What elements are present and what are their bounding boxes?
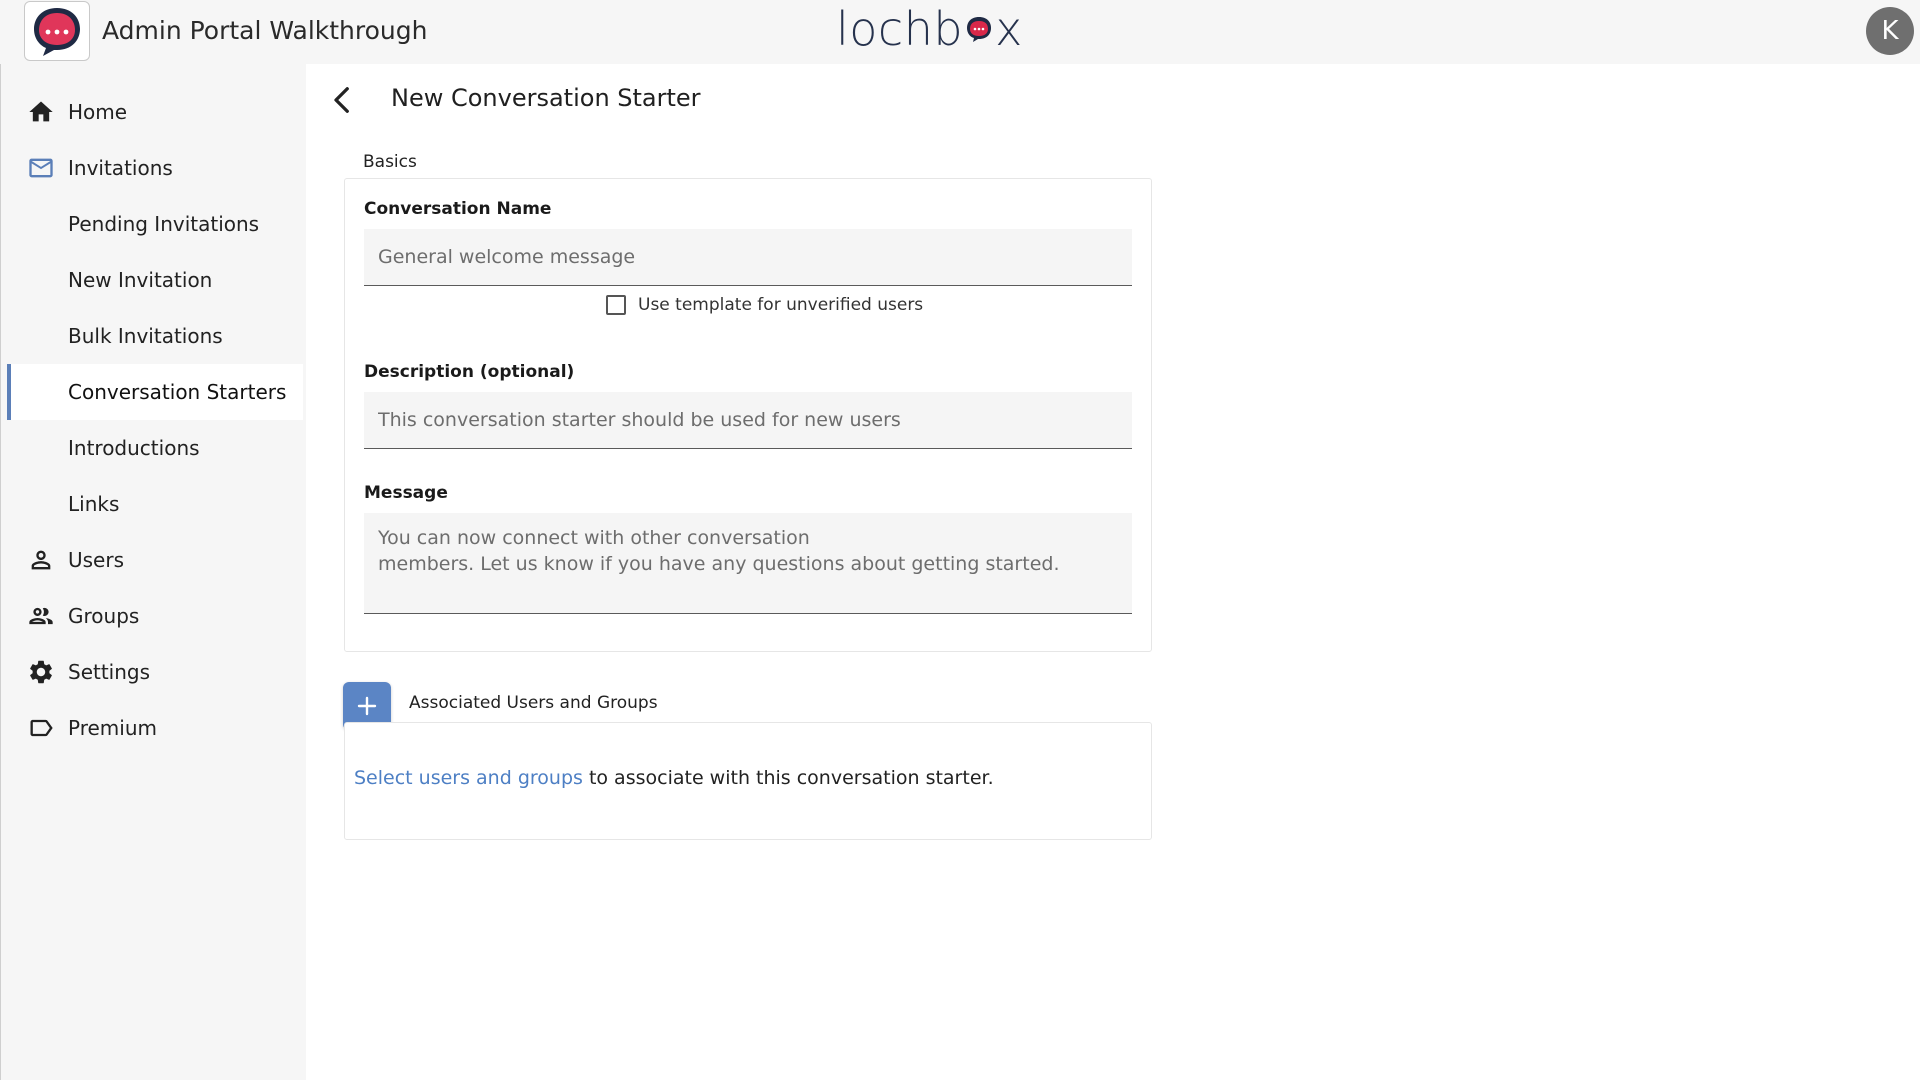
message-textarea[interactable] [364, 513, 1132, 614]
top-bar: Admin Portal Walkthrough lochb x K [0, 0, 1920, 65]
sidebar-item-label: Links [68, 492, 120, 516]
template-checkbox-label: Use template for unverified users [638, 295, 924, 315]
sidebar-item-label: Premium [68, 716, 157, 740]
sidebar-item-label: Settings [68, 660, 151, 684]
brand-prefix: lochb [836, 2, 964, 56]
gear-icon [30, 660, 52, 684]
sidebar-item-introductions[interactable]: Introductions [7, 420, 303, 476]
page-title: New Conversation Starter [391, 84, 701, 112]
home-icon [29, 101, 53, 122]
sidebar-item-label: Bulk Invitations [68, 324, 223, 348]
chat-bubble-logo-icon [34, 8, 80, 56]
basics-card: Conversation Name Use template for unver… [344, 178, 1152, 652]
tag-icon [30, 719, 53, 737]
associated-description: Select users and groups to associate wit… [354, 767, 994, 789]
sidebar-item-conversation-starters[interactable]: Conversation Starters [7, 364, 303, 420]
sidebar: Home Invitations Pending Invitations New… [0, 64, 306, 1080]
people-icon [29, 607, 53, 625]
template-checkbox[interactable] [606, 295, 626, 315]
associated-description-text: to associate with this conversation star… [582, 767, 994, 789]
sidebar-item-label: Pending Invitations [68, 212, 260, 236]
sidebar-item-pending-invitations[interactable]: Pending Invitations [7, 196, 303, 252]
brand-bubble-icon [967, 17, 992, 42]
sidebar-item-premium[interactable]: Premium [7, 700, 303, 756]
conversation-name-label: Conversation Name [364, 199, 552, 219]
select-users-groups-link[interactable]: Select users and groups [354, 767, 583, 789]
sidebar-item-label: New Invitation [68, 268, 213, 292]
sidebar-item-bulk-invitations[interactable]: Bulk Invitations [7, 308, 303, 364]
app-title: Admin Portal Walkthrough [102, 16, 428, 45]
conversation-name-input[interactable] [364, 229, 1132, 286]
person-icon [31, 550, 51, 570]
description-input[interactable] [364, 392, 1132, 449]
sidebar-item-links[interactable]: Links [7, 476, 303, 532]
sidebar-item-label: Introductions [68, 436, 200, 460]
description-label: Description (optional) [364, 362, 575, 382]
sidebar-item-home[interactable]: Home [7, 84, 303, 140]
back-arrow-icon[interactable] [324, 82, 360, 118]
sidebar-item-settings[interactable]: Settings [7, 644, 303, 700]
sidebar-item-new-invitation[interactable]: New Invitation [7, 252, 303, 308]
sidebar-item-label: Conversation Starters [68, 380, 287, 404]
associated-section-label: Associated Users and Groups [409, 693, 658, 713]
associated-card: Select users and groups to associate wit… [344, 722, 1152, 840]
sidebar-item-groups[interactable]: Groups [7, 588, 303, 644]
sidebar-item-label: Invitations [68, 156, 173, 180]
message-label: Message [364, 483, 448, 503]
template-checkbox-row: Use template for unverified users [606, 295, 923, 315]
app-logo[interactable] [24, 1, 90, 61]
plus-icon [357, 696, 377, 716]
user-avatar[interactable]: K [1866, 7, 1914, 55]
sidebar-item-label: Home [68, 100, 128, 124]
sidebar-item-invitations[interactable]: Invitations [7, 140, 303, 196]
basics-section-label: Basics [363, 152, 417, 172]
brand-wordmark: lochb x [836, 0, 1023, 58]
sidebar-item-label: Groups [68, 604, 140, 628]
sidebar-item-label: Users [68, 548, 125, 572]
brand-suffix: x [995, 2, 1023, 56]
main-content: New Conversation Starter Basics Conversa… [306, 64, 1920, 1080]
mail-icon [29, 158, 53, 178]
sidebar-item-users[interactable]: Users [7, 532, 303, 588]
